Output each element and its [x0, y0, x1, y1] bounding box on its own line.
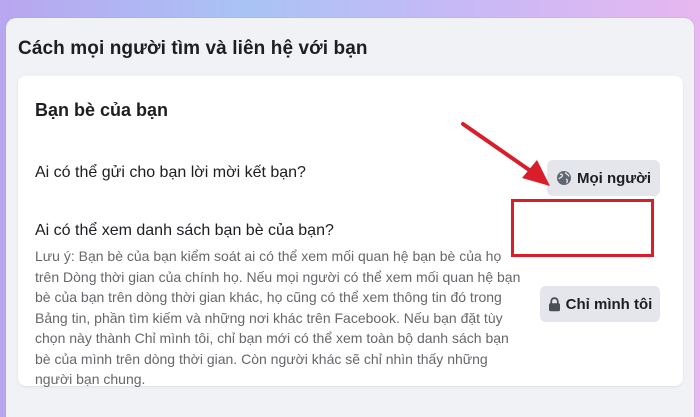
friends-list-note: Lưu ý: Bạn bè của bạn kiểm soát ai có th… [35, 248, 521, 387]
settings-panel: Cách mọi người tìm và liên hệ với bạn Bạ… [6, 18, 694, 417]
card-title: Bạn bè của bạn [35, 100, 169, 120]
friends-settings-card: Bạn bè của bạn Ai có thể gửi cho bạn lời… [18, 76, 683, 387]
friends-list-question: Ai có thể xem danh sách bạn bè của bạn? [35, 222, 334, 239]
friends-list-audience-label: Chỉ mình tôi [565, 295, 653, 313]
friend-request-audience-label: Mọi người [576, 169, 651, 187]
annotation-arrow [461, 122, 550, 186]
friend-request-question: Ai có thể gửi cho bạn lời mời kết bạn? [35, 164, 306, 181]
friends-list-audience-button[interactable]: Chỉ mình tôi [540, 286, 660, 322]
lock-icon [548, 296, 561, 312]
friend-request-audience-button[interactable]: Mọi người [547, 160, 660, 196]
globe-icon [556, 170, 572, 186]
section-title: Cách mọi người tìm và liên hệ với bạn [18, 38, 368, 59]
